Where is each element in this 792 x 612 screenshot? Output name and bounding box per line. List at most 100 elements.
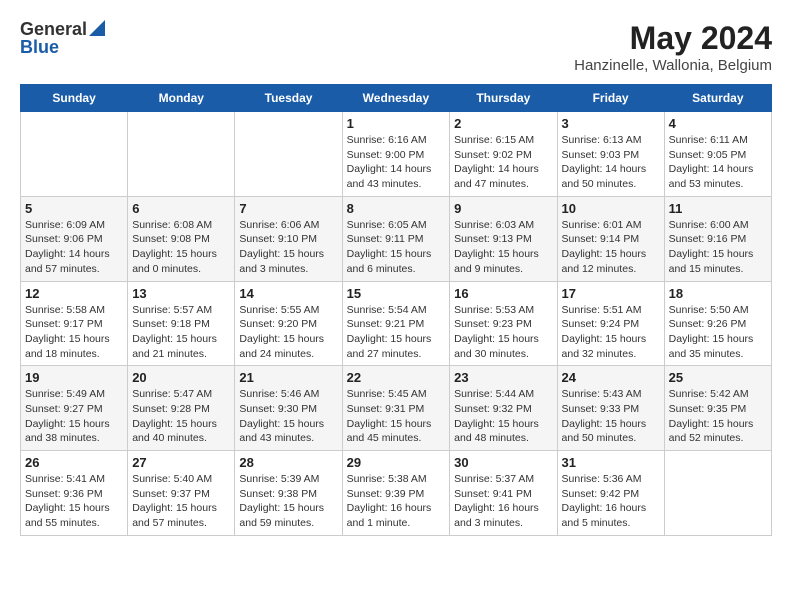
day-number: 11 <box>669 201 767 216</box>
calendar-cell: 11 Sunrise: 6:00 AM Sunset: 9:16 PM Dayli… <box>664 196 771 281</box>
calendar-week-row: 12 Sunrise: 5:58 AM Sunset: 9:17 PM Dayli… <box>21 281 772 366</box>
day-info: Sunrise: 5:38 AM Sunset: 9:39 PM Dayligh… <box>347 472 446 531</box>
day-number: 3 <box>562 116 660 131</box>
day-number: 19 <box>25 370 123 385</box>
calendar-cell: 10Sunrise: 6:01 AM Sunset: 9:14 PM Dayli… <box>557 196 664 281</box>
logo: General Blue <box>20 20 105 56</box>
day-info: Sunrise: 5:42 AM Sunset: 9:35 PM Dayligh… <box>669 387 767 446</box>
day-number: 15 <box>347 286 446 301</box>
calendar-cell: 23 Sunrise: 5:44 AM Sunset: 9:32 PM Dayli… <box>450 366 557 451</box>
day-info: Sunrise: 5:43 AM Sunset: 9:33 PM Dayligh… <box>562 387 660 446</box>
day-info: Sunrise: 5:57 AM Sunset: 9:18 PM Dayligh… <box>132 303 230 362</box>
day-info: Sunrise: 5:54 AM Sunset: 9:21 PM Dayligh… <box>347 303 446 362</box>
day-number: 16 <box>454 286 552 301</box>
day-info: Sunrise: 6:08 AM Sunset: 9:08 PM Dayligh… <box>132 218 230 277</box>
day-number: 4 <box>669 116 767 131</box>
calendar-cell: 22 Sunrise: 5:45 AM Sunset: 9:31 PM Dayli… <box>342 366 450 451</box>
day-info: Sunrise: 6:16 AM Sunset: 9:00 PM Dayligh… <box>347 133 446 192</box>
calendar-cell <box>128 112 235 197</box>
day-number: 21 <box>239 370 337 385</box>
calendar-week-row: 26 Sunrise: 5:41 AM Sunset: 9:36 PM Dayli… <box>21 451 772 536</box>
day-info: Sunrise: 5:44 AM Sunset: 9:32 PM Dayligh… <box>454 387 552 446</box>
calendar-cell <box>235 112 342 197</box>
calendar-cell: 2 Sunrise: 6:15 AM Sunset: 9:02 PM Daylig… <box>450 112 557 197</box>
day-number: 9 <box>454 201 552 216</box>
day-number: 24 <box>562 370 660 385</box>
calendar-cell: 1 Sunrise: 6:16 AM Sunset: 9:00 PM Daylig… <box>342 112 450 197</box>
day-number: 7 <box>239 201 337 216</box>
day-number: 2 <box>454 116 552 131</box>
day-number: 12 <box>25 286 123 301</box>
calendar-cell <box>21 112 128 197</box>
calendar-cell: 6Sunrise: 6:08 AM Sunset: 9:08 PM Daylig… <box>128 196 235 281</box>
day-number: 18 <box>669 286 767 301</box>
calendar-cell: 31 Sunrise: 5:36 AM Sunset: 9:42 PM Dayli… <box>557 451 664 536</box>
day-info: Sunrise: 6:11 AM Sunset: 9:05 PM Dayligh… <box>669 133 767 192</box>
calendar-cell: 28Sunrise: 5:39 AM Sunset: 9:38 PM Dayli… <box>235 451 342 536</box>
calendar-cell: 26 Sunrise: 5:41 AM Sunset: 9:36 PM Dayli… <box>21 451 128 536</box>
calendar-week-row: 19 Sunrise: 5:49 AM Sunset: 9:27 PM Dayli… <box>21 366 772 451</box>
title-section: May 2024 Hanzinelle, Wallonia, Belgium <box>574 20 772 74</box>
calendar-table: SundayMondayTuesdayWednesdayThursdayFrid… <box>20 84 772 536</box>
weekday-header: Friday <box>557 85 664 112</box>
calendar-week-row: 5 Sunrise: 6:09 AM Sunset: 9:06 PM Daylig… <box>21 196 772 281</box>
calendar-cell: 21 Sunrise: 5:46 AM Sunset: 9:30 PM Dayli… <box>235 366 342 451</box>
weekday-header: Tuesday <box>235 85 342 112</box>
calendar-cell: 30Sunrise: 5:37 AM Sunset: 9:41 PM Dayli… <box>450 451 557 536</box>
calendar-cell: 19 Sunrise: 5:49 AM Sunset: 9:27 PM Dayli… <box>21 366 128 451</box>
calendar-week-row: 1 Sunrise: 6:16 AM Sunset: 9:00 PM Daylig… <box>21 112 772 197</box>
day-info: Sunrise: 5:41 AM Sunset: 9:36 PM Dayligh… <box>25 472 123 531</box>
logo-icon <box>89 20 105 36</box>
weekday-header: Saturday <box>664 85 771 112</box>
day-info: Sunrise: 6:09 AM Sunset: 9:06 PM Dayligh… <box>25 218 123 277</box>
day-info: Sunrise: 6:06 AM Sunset: 9:10 PM Dayligh… <box>239 218 337 277</box>
logo-blue-text: Blue <box>20 38 59 56</box>
day-number: 1 <box>347 116 446 131</box>
day-info: Sunrise: 5:58 AM Sunset: 9:17 PM Dayligh… <box>25 303 123 362</box>
day-number: 30 <box>454 455 552 470</box>
month-title: May 2024 <box>574 20 772 57</box>
day-number: 10 <box>562 201 660 216</box>
day-info: Sunrise: 5:55 AM Sunset: 9:20 PM Dayligh… <box>239 303 337 362</box>
calendar-cell: 7 Sunrise: 6:06 AM Sunset: 9:10 PM Daylig… <box>235 196 342 281</box>
calendar-cell: 24 Sunrise: 5:43 AM Sunset: 9:33 PM Dayli… <box>557 366 664 451</box>
day-number: 5 <box>25 201 123 216</box>
calendar-cell: 13 Sunrise: 5:57 AM Sunset: 9:18 PM Dayli… <box>128 281 235 366</box>
day-number: 22 <box>347 370 446 385</box>
day-info: Sunrise: 6:15 AM Sunset: 9:02 PM Dayligh… <box>454 133 552 192</box>
day-number: 17 <box>562 286 660 301</box>
calendar-cell: 18Sunrise: 5:50 AM Sunset: 9:26 PM Dayli… <box>664 281 771 366</box>
calendar-cell: 3 Sunrise: 6:13 AM Sunset: 9:03 PM Daylig… <box>557 112 664 197</box>
calendar-cell <box>664 451 771 536</box>
day-info: Sunrise: 5:46 AM Sunset: 9:30 PM Dayligh… <box>239 387 337 446</box>
calendar-cell: 29Sunrise: 5:38 AM Sunset: 9:39 PM Dayli… <box>342 451 450 536</box>
calendar-cell: 14 Sunrise: 5:55 AM Sunset: 9:20 PM Dayli… <box>235 281 342 366</box>
day-info: Sunrise: 6:13 AM Sunset: 9:03 PM Dayligh… <box>562 133 660 192</box>
day-number: 14 <box>239 286 337 301</box>
day-info: Sunrise: 5:49 AM Sunset: 9:27 PM Dayligh… <box>25 387 123 446</box>
day-number: 25 <box>669 370 767 385</box>
day-number: 20 <box>132 370 230 385</box>
calendar-cell: 25 Sunrise: 5:42 AM Sunset: 9:35 PM Dayli… <box>664 366 771 451</box>
weekday-header: Thursday <box>450 85 557 112</box>
day-info: Sunrise: 5:39 AM Sunset: 9:38 PM Dayligh… <box>239 472 337 531</box>
day-number: 13 <box>132 286 230 301</box>
page-header: General Blue May 2024 Hanzinelle, Wallon… <box>20 20 772 74</box>
weekday-header: Wednesday <box>342 85 450 112</box>
day-info: Sunrise: 5:36 AM Sunset: 9:42 PM Dayligh… <box>562 472 660 531</box>
day-info: Sunrise: 5:53 AM Sunset: 9:23 PM Dayligh… <box>454 303 552 362</box>
weekday-header: Monday <box>128 85 235 112</box>
calendar-cell: 27Sunrise: 5:40 AM Sunset: 9:37 PM Dayli… <box>128 451 235 536</box>
day-info: Sunrise: 5:45 AM Sunset: 9:31 PM Dayligh… <box>347 387 446 446</box>
calendar-header: SundayMondayTuesdayWednesdayThursdayFrid… <box>21 85 772 112</box>
day-number: 31 <box>562 455 660 470</box>
day-info: Sunrise: 5:51 AM Sunset: 9:24 PM Dayligh… <box>562 303 660 362</box>
calendar-cell: 17 Sunrise: 5:51 AM Sunset: 9:24 PM Dayli… <box>557 281 664 366</box>
day-number: 26 <box>25 455 123 470</box>
calendar-cell: 5 Sunrise: 6:09 AM Sunset: 9:06 PM Daylig… <box>21 196 128 281</box>
day-info: Sunrise: 6:03 AM Sunset: 9:13 PM Dayligh… <box>454 218 552 277</box>
day-info: Sunrise: 6:00 AM Sunset: 9:16 PM Dayligh… <box>669 218 767 277</box>
day-number: 23 <box>454 370 552 385</box>
calendar-cell: 12 Sunrise: 5:58 AM Sunset: 9:17 PM Dayli… <box>21 281 128 366</box>
calendar-cell: 8Sunrise: 6:05 AM Sunset: 9:11 PM Daylig… <box>342 196 450 281</box>
